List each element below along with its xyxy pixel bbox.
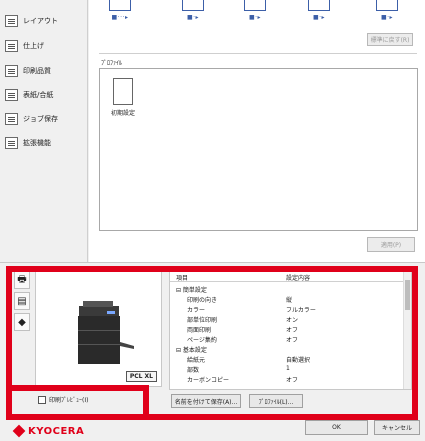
extension-icon <box>5 136 18 149</box>
sidebar-item-label: レイアウト <box>23 16 58 25</box>
layout-option[interactable]: ■·▸ <box>302 0 336 21</box>
sidebar-item-finishing[interactable]: 仕上げ <box>5 37 83 54</box>
sidebar-item-print-quality[interactable]: 印刷品質 <box>5 62 83 79</box>
profile-list[interactable]: 初期設定 <box>99 68 418 231</box>
table-row: 給紙元 自動選択 <box>187 357 311 364</box>
table-row: ⊟ 簡単設定 <box>176 287 207 294</box>
model-badge: PCL XL <box>125 371 157 382</box>
table-row: ⊟ 基本設定 <box>176 347 207 354</box>
scroll-thumb[interactable] <box>405 280 410 310</box>
apply-button[interactable]: 適用(P) <box>367 237 415 252</box>
profile-label: ﾌﾟﾛﾌｧｲﾙ <box>101 60 123 67</box>
printer-preview: PCL XL <box>35 269 162 387</box>
cover-icon <box>5 88 18 101</box>
kyocera-mark-icon <box>12 424 26 438</box>
kyocera-logo: KYOCERA <box>12 424 84 438</box>
table-row: ページ集約 オフ <box>187 337 299 344</box>
print-quality-icon <box>5 64 18 77</box>
summary-area: 🖶 ▤ ◆ PCL XL 印刷ﾌﾟﾚﾋﾞｭｰ(I) 項目 設定内容 ⊟ 簡単設定… <box>0 262 425 441</box>
color-icon[interactable]: ◆ <box>14 313 30 331</box>
layout-option[interactable]: ■·▸ <box>370 0 404 21</box>
table-header: 項目 設定内容 <box>170 270 405 282</box>
profile-item[interactable]: 初期設定 <box>107 78 139 117</box>
layout-option[interactable]: ■·▸ <box>238 0 272 21</box>
print-preview-checkbox[interactable]: 印刷ﾌﾟﾚﾋﾞｭｰ(I) <box>38 395 88 404</box>
cancel-button[interactable]: キャンセル <box>374 420 420 435</box>
table-row: 部数 1 <box>187 365 290 374</box>
profile-item-label: 初期設定 <box>110 110 135 117</box>
preview-tabs: 🖶 ▤ ◆ <box>14 271 30 334</box>
table-row: カラー フルカラー <box>187 307 316 314</box>
highlight-frame-segment <box>6 385 149 391</box>
table-row: 印刷の向き縦 <box>187 297 293 304</box>
layout-option[interactable]: ■···▸ <box>103 0 137 21</box>
sidebar-item-label: 印刷品質 <box>23 66 51 75</box>
checkbox-label: 印刷ﾌﾟﾚﾋﾞｭｰ(I) <box>49 397 89 404</box>
scrollbar[interactable] <box>403 270 411 389</box>
sidebar-item-label: 表紙/合紙 <box>23 90 54 99</box>
sidebar-item-extension[interactable]: 拡張機能 <box>5 134 83 151</box>
settings-panel: ■···▸ ■·▸ ■·▸ ■·▸ ■·▸ 標準に戻す(R) ﾌﾟﾛﾌｧｲﾙ 初… <box>89 0 425 262</box>
table-row: カーボンコピー オフ <box>187 377 299 384</box>
sidebar: レイアウト 仕上げ 印刷品質 表紙/合紙 ジョブ保存 拡張機能 <box>0 0 88 262</box>
restore-default-button[interactable]: 標準に戻す(R) <box>367 33 413 46</box>
sidebar-item-label: 拡張機能 <box>23 138 51 147</box>
sidebar-item-cover[interactable]: 表紙/合紙 <box>5 86 83 103</box>
divider <box>99 53 417 54</box>
settings-table[interactable]: 項目 設定内容 ⊟ 簡単設定 印刷の向き縦 カラー フルカラー 部単位印刷 オン 両… <box>169 269 412 390</box>
printer-image <box>78 301 134 364</box>
printer-icon[interactable]: 🖶 <box>14 271 30 289</box>
ok-button[interactable]: OK <box>305 420 368 435</box>
checkbox[interactable] <box>38 395 46 404</box>
sidebar-item-layout[interactable]: レイアウト <box>5 12 83 29</box>
layout-option[interactable]: ■·▸ <box>176 0 210 21</box>
layout-icon <box>5 14 18 27</box>
sidebar-item-job-storage[interactable]: ジョブ保存 <box>5 110 83 127</box>
sidebar-item-label: ジョブ保存 <box>23 114 58 123</box>
paper-icon[interactable]: ▤ <box>14 292 30 310</box>
job-storage-icon <box>5 112 18 125</box>
finishing-icon <box>5 39 18 52</box>
table-row: 両面印刷 オフ <box>187 327 299 334</box>
sidebar-item-label: 仕上げ <box>23 41 44 50</box>
document-icon <box>113 78 133 105</box>
table-row: 部単位印刷 オン <box>187 317 299 324</box>
